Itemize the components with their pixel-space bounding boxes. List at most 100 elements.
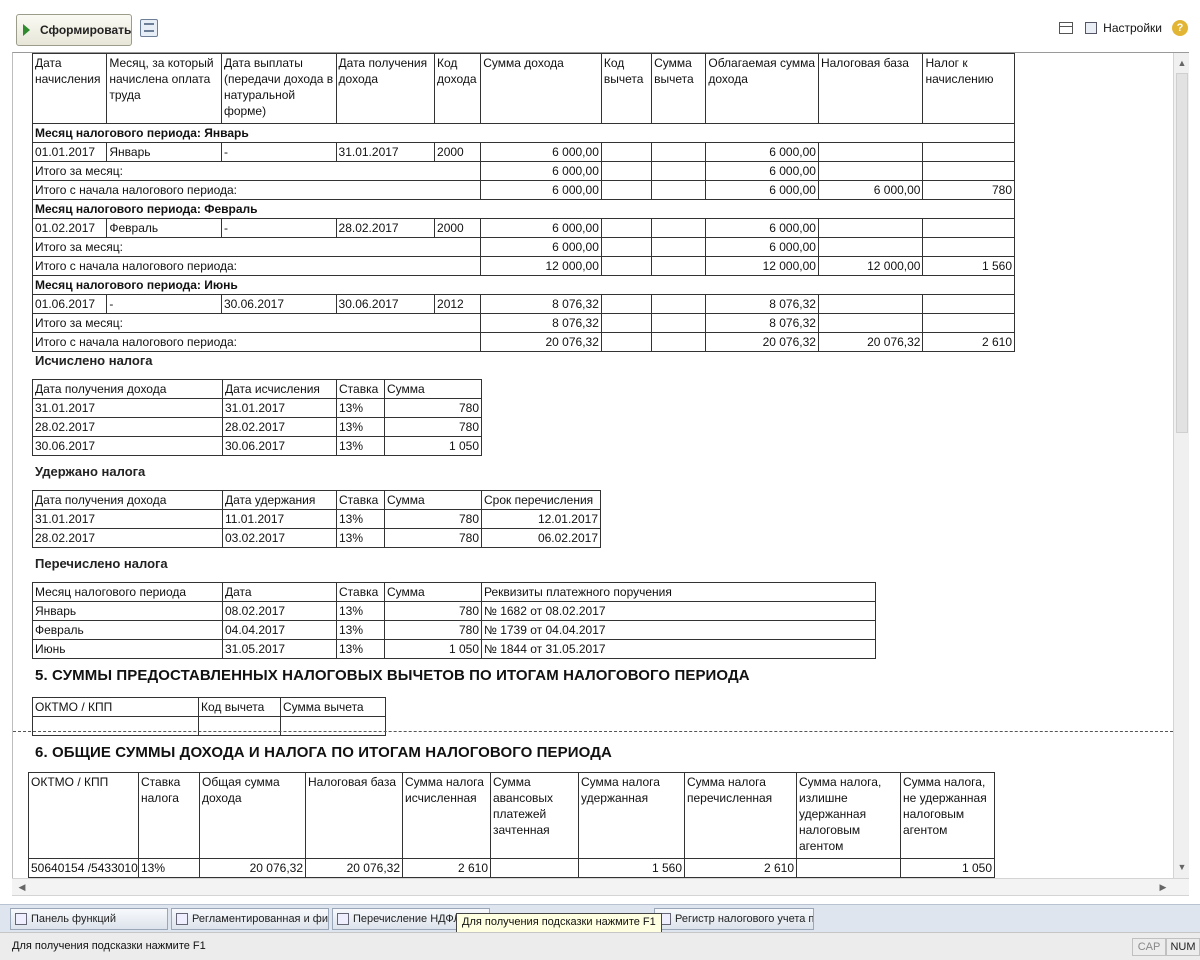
caps-indicator: CAP <box>1132 938 1166 956</box>
task-tax-register[interactable]: Регистр налогового учета п... <box>654 908 814 930</box>
col-header: Дата получения дохода <box>335 53 436 124</box>
calc-title: Исчислено налога <box>35 353 153 368</box>
cell: 6 000,00 <box>705 180 819 200</box>
table-layout-icon[interactable] <box>1059 22 1074 34</box>
cell: 13% <box>336 639 385 659</box>
cell: Январь <box>106 142 222 162</box>
col-header: ОКТМО / КПП <box>28 772 139 859</box>
table-row: 28.02.2017 03.02.2017 13% 780 06.02.2017 <box>32 528 601 548</box>
scroll-left-icon[interactable]: ◀ <box>14 879 30 895</box>
settings-link[interactable]: Настройки <box>1103 21 1162 35</box>
cell: 01.06.2017 <box>31 294 108 314</box>
cell: 03.02.2017 <box>222 528 337 548</box>
horizontal-scrollbar[interactable]: ◀ ▶ <box>12 878 1189 896</box>
print-preview-icon[interactable] <box>140 19 158 37</box>
cell: 1 560 <box>578 858 685 878</box>
scroll-up-icon[interactable]: ▲ <box>1174 55 1189 71</box>
scroll-thumb[interactable] <box>1176 73 1188 433</box>
table-row: 01.06.2017 - 30.06.2017 30.06.2017 2012 … <box>31 294 1015 314</box>
table-row: 28.02.2017 28.02.2017 13% 780 <box>32 417 482 437</box>
cell: 2 610 <box>402 858 491 878</box>
col-header: Ставка <box>336 582 385 602</box>
cell: 12 000,00 <box>480 256 602 276</box>
cell: - <box>220 142 337 162</box>
cell <box>651 142 707 162</box>
document-icon <box>337 913 349 925</box>
group-title-row: Месяц налогового периода: Февраль <box>32 199 1015 219</box>
scroll-right-icon[interactable]: ▶ <box>1155 879 1171 895</box>
vertical-scrollbar[interactable]: ▲ ▼ <box>1173 53 1189 880</box>
status-message: Для получения подсказки нажмите F1 <box>12 940 206 952</box>
cell: 8 076,32 <box>480 294 602 314</box>
cell: № 1739 от 04.04.2017 <box>481 620 876 640</box>
cell: Июнь <box>32 639 223 659</box>
help-icon[interactable]: ? <box>1172 20 1188 36</box>
task-functions-panel[interactable]: Панель функций <box>10 908 168 930</box>
cell <box>922 142 1015 162</box>
cell: 08.02.2017 <box>222 601 337 621</box>
cell: 20 076,32 <box>199 858 306 878</box>
task-regulated-reports[interactable]: Регламентированная и фин... <box>171 908 329 930</box>
col-header: Код дохода <box>434 53 482 124</box>
table-row: 31.01.2017 31.01.2017 13% 780 <box>32 398 482 418</box>
month-total-row: Итого за месяц: 6 000,00 6 000,00 <box>31 237 1015 257</box>
total-label: Итого с начала налогового периода: <box>31 180 482 200</box>
table-row: 01.02.2017 Февраль - 28.02.2017 2000 6 0… <box>31 218 1015 238</box>
cell: 6 000,00 <box>480 142 602 162</box>
cell: 8 076,32 <box>480 313 602 333</box>
ytd-total-row: Итого с начала налогового периода: 6 000… <box>31 180 1015 200</box>
col-header: Дата начисления <box>31 53 108 124</box>
cell: № 1682 от 08.02.2017 <box>481 601 876 621</box>
cell <box>817 218 924 238</box>
table-row: Февраль 04.04.2017 13% 780 № 1739 от 04.… <box>32 620 876 640</box>
cell: Январь <box>32 601 223 621</box>
generate-button[interactable]: Сформировать <box>16 14 132 46</box>
report-document[interactable]: Дата начисления Месяц, за который начисл… <box>12 52 1189 880</box>
cell <box>817 294 924 314</box>
cell: 13% <box>336 509 385 529</box>
cell: 30.06.2017 <box>220 294 337 314</box>
cell: 31.01.2017 <box>32 398 223 418</box>
cell: 31.01.2017 <box>222 398 337 418</box>
col-header: Ставка <box>336 490 385 510</box>
functions-panel-icon <box>15 913 27 925</box>
col-header: Налог к начислению <box>922 53 1015 124</box>
cell <box>600 142 653 162</box>
cell: 13% <box>336 436 385 456</box>
col-header: Сумма налога удержанная <box>578 772 685 859</box>
section5-title: 5. СУММЫ ПРЕДОСТАВЛЕННЫХ НАЛОГОВЫХ ВЫЧЕТ… <box>35 667 750 684</box>
settings-icon[interactable] <box>1085 22 1098 34</box>
col-header: Ставка <box>336 379 385 399</box>
col-header: ОКТМО / КПП <box>32 697 199 717</box>
paid-table: Месяц налогового периода Дата Ставка Сум… <box>32 582 876 659</box>
cell: 6 000,00 <box>705 237 819 257</box>
col-header: Налоговая база <box>817 53 924 124</box>
cell: 01.01.2017 <box>31 142 108 162</box>
cell: 780 <box>922 180 1015 200</box>
cell <box>600 294 653 314</box>
col-header: Общая сумма дохода <box>199 772 306 859</box>
total-label: Итого за месяц: <box>31 313 482 333</box>
cell: - <box>106 294 222 314</box>
cell: 6 000,00 <box>705 161 819 181</box>
scroll-down-icon[interactable]: ▼ <box>1174 859 1189 875</box>
cell: 04.04.2017 <box>222 620 337 640</box>
cell: 780 <box>384 509 482 529</box>
task-label: Регистр налогового учета п... <box>675 913 814 925</box>
report-toolbar: Сформировать Настройки ? <box>0 0 1200 56</box>
col-header: Дата получения дохода <box>32 379 223 399</box>
cell: 12.01.2017 <box>481 509 601 529</box>
col-header: Дата исчисления <box>222 379 337 399</box>
ytd-total-row: Итого с начала налогового периода: 12 00… <box>31 256 1015 276</box>
table-row: Январь 08.02.2017 13% 780 № 1682 от 08.0… <box>32 601 876 621</box>
group-title: Месяц налогового периода: Февраль <box>32 199 1015 219</box>
income-table: Дата начисления Месяц, за который начисл… <box>31 53 1015 352</box>
cell <box>922 218 1015 238</box>
cell: 20 076,32 <box>305 858 403 878</box>
cell <box>651 218 707 238</box>
cell: 31.01.2017 <box>335 142 436 162</box>
cell: 20 076,32 <box>705 332 819 352</box>
cell: 2000 <box>434 218 482 238</box>
cell: 28.02.2017 <box>32 528 223 548</box>
cell: 13% <box>336 601 385 621</box>
